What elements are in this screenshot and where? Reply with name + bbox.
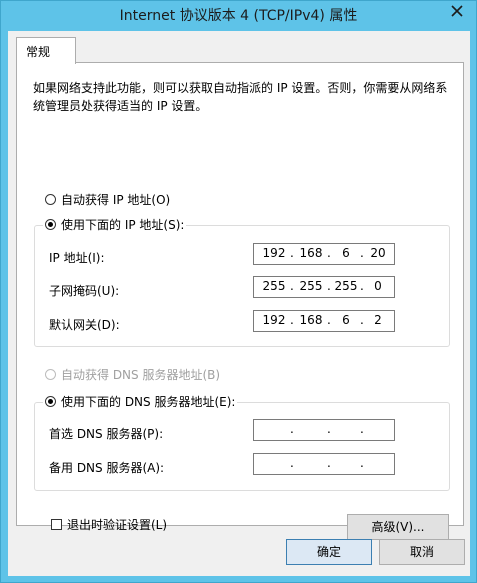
tab-general[interactable]: 常规 <box>16 37 76 64</box>
advanced-button[interactable]: 高级(V)... <box>347 514 449 540</box>
default-gateway-label: 默认网关(D): <box>49 318 120 332</box>
preferred-dns-input[interactable]: . . . <box>253 419 395 441</box>
manual-dns-option[interactable]: 使用下面的 DNS 服务器地址(E): <box>43 393 238 410</box>
cancel-button[interactable]: 取消 <box>379 539 465 565</box>
default-gateway-octet-2: 168 <box>299 313 323 327</box>
auto-dns-label: 自动获得 DNS 服务器地址(B) <box>61 368 221 382</box>
manual-ip-option[interactable]: 使用下面的 IP 地址(S): <box>43 216 187 233</box>
subnet-mask-label: 子网掩码(U): <box>49 284 120 298</box>
manual-dns-label: 使用下面的 DNS 服务器地址(E): <box>61 395 236 409</box>
ip-address-input[interactable]: 192 . 168 . 6 . 20 <box>253 243 395 265</box>
auto-dns-radio[interactable] <box>45 369 56 380</box>
default-gateway-octet-4: 2 <box>374 313 382 327</box>
window-title: Internet 协议版本 4 (TCP/IPv4) 属性 <box>119 8 358 24</box>
default-gateway-input[interactable]: 192 . 168 . 6 . 2 <box>253 310 395 332</box>
ip-address-label: IP 地址(I): <box>49 251 105 265</box>
alternate-dns-input[interactable]: . . . <box>253 453 395 475</box>
auto-ip-label: 自动获得 IP 地址(O) <box>61 193 171 207</box>
validate-settings-checkbox[interactable] <box>51 519 62 530</box>
default-gateway-octet-1: 192 <box>262 313 286 327</box>
ip-address-octet-3: 6 <box>342 246 350 260</box>
close-icon <box>451 5 463 17</box>
ok-button[interactable]: 确定 <box>286 539 372 565</box>
close-button[interactable] <box>444 1 470 21</box>
manual-dns-group <box>34 402 450 491</box>
subnet-mask-octet-3: 255 <box>334 279 358 293</box>
validate-settings-label: 退出时验证设置(L) <box>67 518 168 532</box>
manual-ip-label: 使用下面的 IP 地址(S): <box>61 218 185 232</box>
description-text: 如果网络支持此功能，则可以获取自动指派的 IP 设置。否则，你需要从网络系统管理… <box>33 81 448 113</box>
title-bar[interactable]: Internet 协议版本 4 (TCP/IPv4) 属性 <box>1 1 476 31</box>
auto-ip-radio[interactable] <box>45 194 56 205</box>
dialog-window: Internet 协议版本 4 (TCP/IPv4) 属性 常规 如果网络支持此… <box>0 0 477 583</box>
preferred-dns-label: 首选 DNS 服务器(P): <box>49 427 164 441</box>
ip-address-octet-2: 168 <box>299 246 323 260</box>
manual-ip-radio[interactable] <box>45 219 56 230</box>
ip-address-octet-1: 192 <box>262 246 286 260</box>
auto-ip-option[interactable]: 自动获得 IP 地址(O) <box>45 191 170 208</box>
validate-settings-option[interactable]: 退出时验证设置(L) <box>51 516 167 533</box>
auto-dns-option[interactable]: 自动获得 DNS 服务器地址(B) <box>45 366 220 383</box>
subnet-mask-octet-2: 255 <box>299 279 323 293</box>
subnet-mask-input[interactable]: 255 . 255 . 255 . 0 <box>253 276 395 298</box>
subnet-mask-octet-4: 0 <box>374 279 382 293</box>
dialog-client-area: 常规 如果网络支持此功能，则可以获取自动指派的 IP 设置。否则，你需要从网络系… <box>8 31 470 576</box>
default-gateway-octet-3: 6 <box>342 313 350 327</box>
alternate-dns-label: 备用 DNS 服务器(A): <box>49 461 165 475</box>
general-tab-panel: 如果网络支持此功能，则可以获取自动指派的 IP 设置。否则，你需要从网络系统管理… <box>16 62 464 540</box>
subnet-mask-octet-1: 255 <box>262 279 286 293</box>
ip-address-octet-4: 20 <box>370 246 386 260</box>
tab-general-label: 常规 <box>26 45 51 59</box>
manual-dns-radio[interactable] <box>45 396 56 407</box>
